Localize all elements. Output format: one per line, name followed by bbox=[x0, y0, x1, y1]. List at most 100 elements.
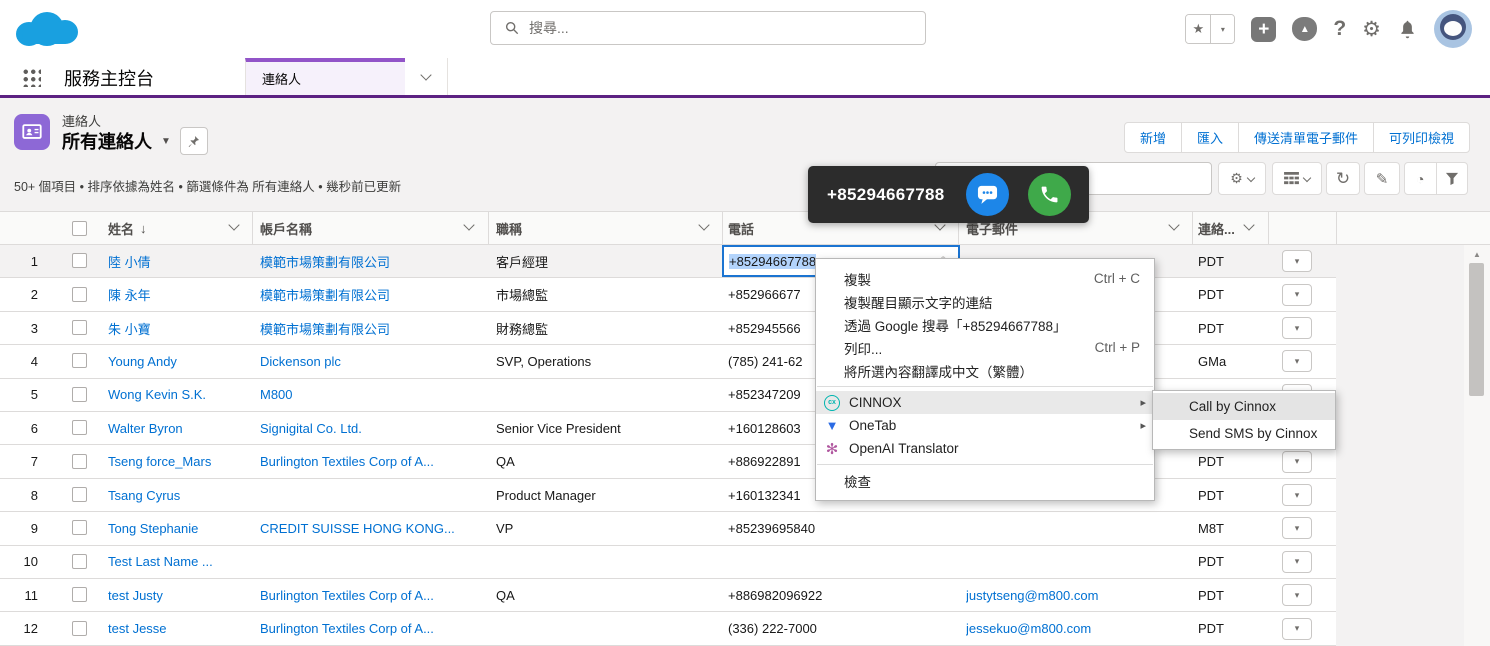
select-all-checkbox[interactable] bbox=[72, 220, 87, 236]
contact-name-link[interactable]: 陳 永年 bbox=[108, 278, 246, 310]
account-name-link[interactable]: CREDIT SUISSE HONG KONG... bbox=[260, 512, 480, 544]
account-name-link[interactable]: 模範市場策劃有限公司 bbox=[260, 278, 480, 310]
row-actions-button[interactable]: ▾ bbox=[1282, 584, 1312, 607]
cinnox-call-button[interactable] bbox=[1028, 173, 1071, 216]
favorites-dropdown-icon[interactable]: ▾ bbox=[1210, 15, 1235, 43]
contact-name-link[interactable]: 朱 小寶 bbox=[108, 312, 246, 344]
column-header-phone[interactable]: 電話 bbox=[728, 212, 754, 244]
row-actions-button[interactable]: ▾ bbox=[1282, 450, 1312, 473]
context-menu-extension-openai[interactable]: ✻ OpenAI Translator bbox=[816, 437, 1154, 460]
email-link[interactable]: justytseng@m800.com bbox=[966, 579, 1186, 611]
guidance-center-icon[interactable]: ▲ bbox=[1292, 17, 1318, 41]
global-actions-icon[interactable]: + bbox=[1251, 16, 1277, 42]
context-menu-item[interactable]: 複製 Ctrl + C bbox=[816, 267, 1154, 290]
account-name-link[interactable]: Signigital Co. Ltd. bbox=[260, 412, 480, 444]
contact-name-link[interactable]: Walter Byron bbox=[108, 412, 246, 444]
row-actions-button[interactable]: ▾ bbox=[1282, 517, 1312, 540]
tab-dropdown-button[interactable] bbox=[405, 58, 448, 95]
column-header-name[interactable]: 姓名 ↓ bbox=[108, 212, 147, 244]
email-link[interactable]: jessekuo@m800.com bbox=[966, 612, 1186, 644]
printable-view-button[interactable]: 可列印檢視 bbox=[1372, 122, 1470, 153]
contact-name-link[interactable]: Wong Kevin S.K. bbox=[108, 379, 246, 411]
pin-list-button[interactable] bbox=[179, 127, 208, 155]
row-checkbox[interactable] bbox=[72, 453, 87, 469]
global-search-input[interactable]: 搜尋... bbox=[490, 11, 926, 45]
contact-name-link[interactable]: Tsang Cyrus bbox=[108, 479, 246, 511]
row-checkbox[interactable] bbox=[72, 353, 87, 369]
column-header-contact[interactable]: 連絡... bbox=[1198, 212, 1235, 244]
row-checkbox[interactable] bbox=[72, 553, 87, 569]
column-menu-icon[interactable] bbox=[463, 219, 475, 231]
context-menu-item[interactable]: 透過 Google 搜尋「+85294667788」 bbox=[816, 313, 1154, 336]
row-checkbox[interactable] bbox=[72, 253, 87, 269]
row-checkbox[interactable] bbox=[72, 420, 87, 436]
scrollbar-thumb[interactable] bbox=[1469, 263, 1484, 396]
charts-button[interactable]: ◔ bbox=[1405, 163, 1436, 194]
row-actions: ▾ bbox=[1282, 445, 1312, 477]
contact-name-link[interactable]: test Justy bbox=[108, 579, 246, 611]
row-checkbox[interactable] bbox=[72, 386, 87, 402]
column-menu-icon[interactable] bbox=[228, 219, 240, 231]
vertical-scrollbar[interactable]: ▲ bbox=[1464, 245, 1490, 646]
row-checkbox[interactable] bbox=[72, 520, 87, 536]
account-name-link[interactable]: Burlington Textiles Corp of A... bbox=[260, 445, 480, 477]
display-as-button[interactable] bbox=[1272, 162, 1322, 195]
contact-name-link[interactable]: test Jesse bbox=[108, 612, 246, 644]
context-menu-inspect[interactable]: 檢查 bbox=[816, 469, 1154, 492]
row-actions-button[interactable]: ▾ bbox=[1282, 350, 1312, 373]
favorites-star-icon[interactable]: ★ bbox=[1186, 15, 1211, 43]
row-checkbox[interactable] bbox=[72, 620, 87, 636]
account-name-link[interactable]: 模範市場策劃有限公司 bbox=[260, 245, 480, 277]
context-menu-item[interactable]: 將所選內容翻譯成中文（繁體） bbox=[816, 359, 1154, 382]
cinnox-chat-button[interactable] bbox=[966, 173, 1009, 216]
row-checkbox[interactable] bbox=[72, 487, 87, 503]
filters-button[interactable] bbox=[1435, 163, 1468, 194]
column-menu-icon[interactable] bbox=[1243, 219, 1255, 231]
title-cell: 財務總監 bbox=[496, 321, 549, 337]
list-view-selector-caret-icon[interactable]: ▼ bbox=[161, 136, 171, 147]
setup-gear-icon[interactable]: ⚙ bbox=[1362, 19, 1381, 40]
account-name-link[interactable]: Burlington Textiles Corp of A... bbox=[260, 579, 480, 611]
inline-edit-button[interactable]: ✎ bbox=[1364, 162, 1400, 195]
context-submenu-item[interactable]: Call by Cinnox bbox=[1153, 393, 1335, 420]
notifications-bell-icon[interactable] bbox=[1397, 19, 1418, 40]
refresh-button[interactable]: ↻ bbox=[1326, 162, 1360, 195]
scroll-up-arrow-icon[interactable]: ▲ bbox=[1473, 250, 1481, 259]
contact-name-link[interactable]: Tong Stephanie bbox=[108, 512, 246, 544]
context-menu-item[interactable]: 複製醒目顯示文字的連結 bbox=[816, 290, 1154, 313]
tab-contacts[interactable]: 連絡人 bbox=[245, 58, 405, 95]
contact-name-link[interactable]: Tseng force_Mars bbox=[108, 445, 246, 477]
row-checkbox[interactable] bbox=[72, 587, 87, 603]
contact-name-link[interactable]: Test Last Name ... bbox=[108, 546, 246, 578]
user-avatar[interactable] bbox=[1434, 10, 1472, 48]
send-list-email-button[interactable]: 傳送清單電子郵件 bbox=[1237, 122, 1374, 153]
column-menu-icon[interactable] bbox=[698, 219, 710, 231]
row-actions-button[interactable]: ▾ bbox=[1282, 317, 1312, 340]
row-checkbox[interactable] bbox=[72, 286, 87, 302]
context-menu-item[interactable]: 列印... Ctrl + P bbox=[816, 336, 1154, 359]
row-actions-button[interactable]: ▾ bbox=[1282, 250, 1312, 273]
help-icon[interactable]: ? bbox=[1333, 17, 1346, 41]
account-name-link[interactable]: Burlington Textiles Corp of A... bbox=[260, 612, 480, 644]
account-name-link[interactable]: 模範市場策劃有限公司 bbox=[260, 312, 480, 344]
column-header-title[interactable]: 職稱 bbox=[496, 212, 522, 244]
column-menu-icon[interactable] bbox=[1168, 219, 1180, 231]
contact-name-link[interactable]: Young Andy bbox=[108, 345, 246, 377]
import-button[interactable]: 匯入 bbox=[1180, 122, 1239, 153]
account-name-link[interactable]: M800 bbox=[260, 379, 480, 411]
contact-name-link[interactable]: 陸 小倩 bbox=[108, 245, 246, 277]
row-actions-button[interactable]: ▾ bbox=[1282, 617, 1312, 640]
column-header-account[interactable]: 帳戶名稱 bbox=[260, 212, 312, 244]
context-menu-extension-cinnox[interactable]: cx CINNOX ▸ bbox=[816, 391, 1154, 414]
table-row: 10 Test Last Name ... PDT ▾ bbox=[0, 545, 1336, 580]
list-settings-button[interactable]: ⚙ bbox=[1218, 162, 1266, 195]
row-checkbox[interactable] bbox=[72, 320, 87, 336]
context-menu-extension-onetab[interactable]: ▼ OneTab ▸ bbox=[816, 414, 1154, 437]
row-actions-button[interactable]: ▾ bbox=[1282, 550, 1312, 573]
new-button[interactable]: 新增 bbox=[1123, 122, 1182, 153]
row-actions-button[interactable]: ▾ bbox=[1282, 484, 1312, 507]
app-launcher-icon[interactable] bbox=[22, 68, 41, 87]
account-name-link[interactable]: Dickenson plc bbox=[260, 345, 480, 377]
row-actions-button[interactable]: ▾ bbox=[1282, 283, 1312, 306]
context-submenu-item[interactable]: Send SMS by Cinnox bbox=[1153, 420, 1335, 447]
